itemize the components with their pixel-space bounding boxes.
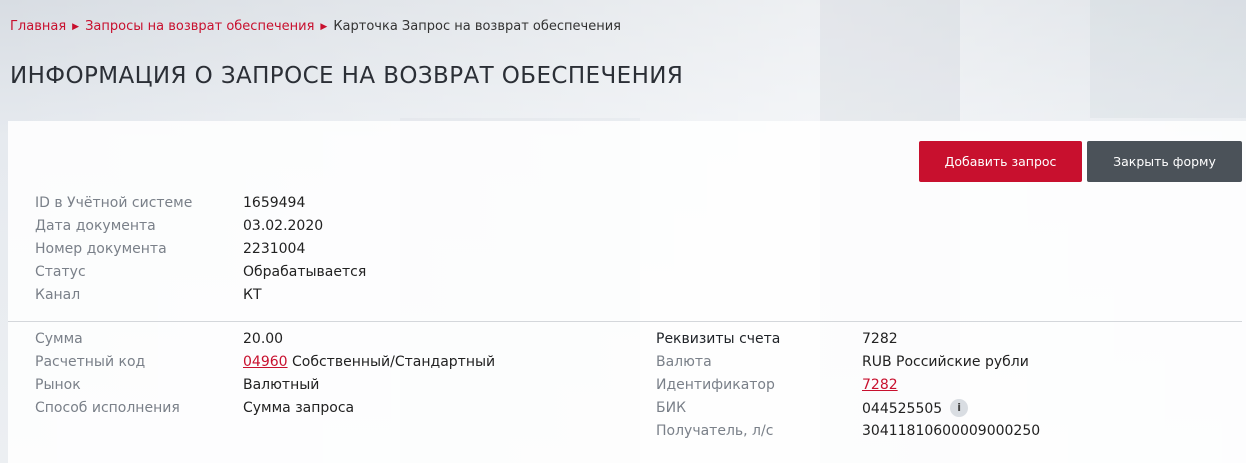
breadcrumb-current: Карточка Запрос на возврат обеспечения [333,19,621,34]
execution-method-value: Сумма запроса [243,400,355,416]
bik-label: БИК [656,400,687,416]
add-request-button[interactable]: Добавить запрос [919,141,1082,182]
breadcrumb-separator-icon: ▶ [72,22,80,32]
market-value: Валютный [243,377,320,393]
bik-number: 044525505 [862,401,943,417]
account-details-label: Реквизиты счета [656,331,781,347]
settlement-code-link[interactable]: 04960 [243,354,288,370]
info-icon[interactable]: i [950,399,969,417]
identifier-value: 7282 [862,377,898,393]
settlement-code-label: Расчетный код [35,354,146,370]
identifier-link[interactable]: 7282 [862,377,898,393]
amount-label: Сумма [35,331,83,347]
currency-label: Валюта [656,354,712,370]
bik-value: 044525505 i [862,399,969,418]
market-label: Рынок [35,377,81,393]
channel-label: Канал [35,287,81,303]
doc-date-label: Дата документа [35,218,156,234]
settlement-code-text: Собственный/Стандартный [292,354,496,370]
recipient-value: 30411810600009000250 [862,423,1041,439]
currency-value: RUB Российские рубли [862,354,1029,370]
amount-value: 20.00 [243,331,284,347]
page-title: ИНФОРМАЦИЯ О ЗАПРОСЕ НА ВОЗВРАТ ОБЕСПЕЧЕ… [10,63,684,89]
status-value: Обрабатывается [243,264,367,280]
execution-method-label: Способ исполнения [35,400,180,416]
id-label: ID в Учётной системе [35,195,193,211]
status-label: Статус [35,264,86,280]
breadcrumb-home-link[interactable]: Главная [10,19,66,34]
breadcrumb: Главная ▶ Запросы на возврат обеспечения ▶ К… [10,19,621,34]
doc-number-value: 2231004 [243,241,306,257]
recipient-label: Получатель, л/с [656,423,774,439]
doc-number-label: Номер документа [35,241,167,257]
close-form-button[interactable]: Закрыть форму [1087,141,1242,182]
page-header: Главная ▶ Запросы на возврат обеспечения ▶ К… [0,0,1246,118]
account-details-value: 7282 [862,331,898,347]
settlement-code-value: 04960 Собственный/Стандартный [243,354,495,370]
identifier-label: Идентификатор [656,377,775,393]
doc-date-value: 03.02.2020 [243,218,324,234]
breadcrumb-requests-link[interactable]: Запросы на возврат обеспечения [85,19,314,34]
section-divider [8,321,1242,322]
channel-value: КТ [243,287,262,303]
breadcrumb-separator-icon: ▶ [320,22,328,32]
id-value: 1659494 [243,195,306,211]
